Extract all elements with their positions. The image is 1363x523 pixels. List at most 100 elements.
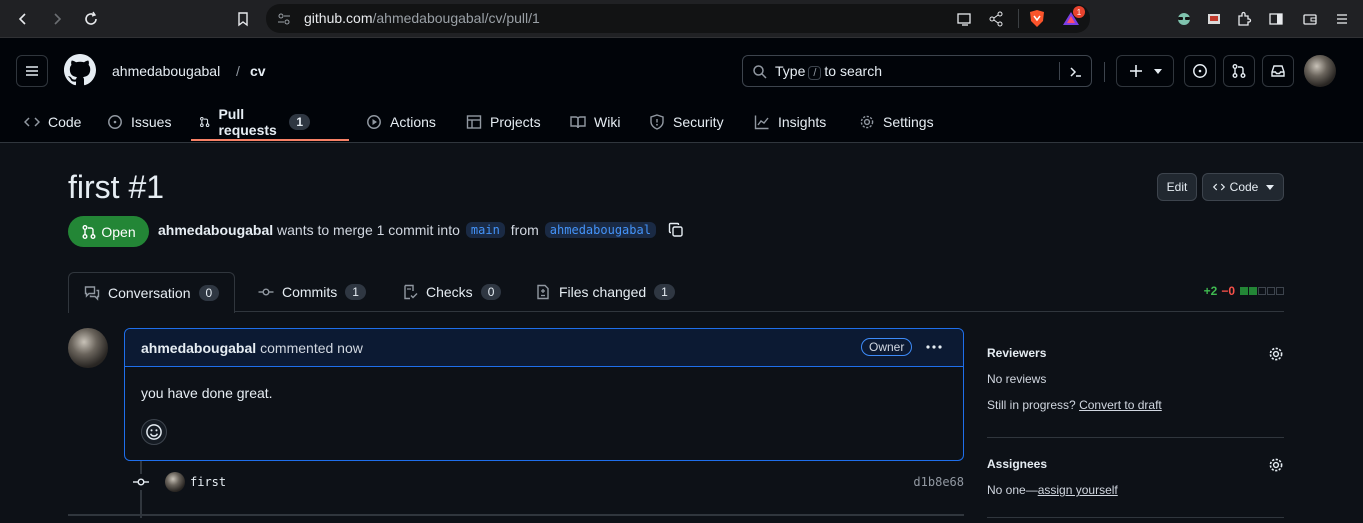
from-text: from	[510, 222, 539, 238]
base-branch[interactable]: main	[465, 222, 505, 238]
command-palette-icon[interactable]	[1068, 64, 1084, 80]
comment-author-link[interactable]: ahmedabougabal	[141, 340, 256, 356]
rewards-badge: 1	[1073, 6, 1085, 18]
forward-icon[interactable]	[46, 8, 68, 30]
sidebar-toggle-icon[interactable]	[1266, 9, 1286, 29]
hamburger-icon	[26, 66, 38, 76]
draft-prompt: Still in progress? Convert to draft	[987, 398, 1162, 412]
tab-insights[interactable]: Insights	[754, 101, 826, 143]
head-branch[interactable]: ahmedabougabal	[544, 222, 656, 238]
ext-screenshot-icon[interactable]	[1204, 9, 1224, 29]
convert-to-draft-link[interactable]: Convert to draft	[1079, 398, 1162, 412]
brave-shield-icon[interactable]	[1028, 9, 1046, 28]
tab-counter: 1	[345, 284, 366, 300]
tab-settings[interactable]: Settings	[859, 101, 934, 143]
commit-sha-link[interactable]: d1b8e68	[913, 475, 964, 489]
url-text[interactable]: github.com/ahmedabougabal/cv/pull/1	[304, 10, 540, 26]
commit-message-link[interactable]: first	[190, 475, 226, 489]
github-logo-icon[interactable]	[64, 54, 96, 86]
code-icon	[24, 117, 40, 127]
file-diff-icon	[537, 284, 549, 300]
code-button[interactable]: Code	[1202, 173, 1284, 201]
issue-opened-icon	[1193, 64, 1207, 78]
tab-commits[interactable]: Commits 1	[258, 272, 366, 312]
tab-files-changed[interactable]: Files changed 1	[535, 272, 675, 312]
assign-yourself-link[interactable]: assign yourself	[1038, 483, 1118, 497]
plus-icon	[1130, 65, 1142, 77]
tab-counter: 1	[654, 284, 675, 300]
diffstat-block	[1258, 287, 1266, 295]
diffstat-block	[1276, 287, 1284, 295]
back-icon[interactable]	[12, 8, 34, 30]
tab-issues[interactable]: Issues	[107, 101, 171, 143]
bookmark-icon[interactable]	[232, 8, 254, 30]
code-button-label: Code	[1229, 180, 1259, 194]
extensions-icon[interactable]	[1234, 9, 1254, 29]
diffstat: +2 −0	[1204, 284, 1284, 298]
pull-request-icon	[200, 116, 210, 128]
diffstat-block	[1249, 287, 1257, 295]
search-input[interactable]: Type / to search	[742, 55, 1092, 87]
url-path: /ahmedabougabal/cv/pull/1	[372, 10, 540, 26]
inbox-button[interactable]	[1262, 55, 1294, 87]
pull-requests-button[interactable]	[1223, 55, 1255, 87]
ext-sunglasses-icon[interactable]	[1174, 9, 1194, 29]
user-avatar[interactable]	[1304, 55, 1336, 87]
create-new-button[interactable]	[1116, 55, 1174, 87]
tab-pull-requests[interactable]: Pull requests 1	[199, 101, 311, 143]
reviewers-section: Reviewers No reviews Still in progress? …	[987, 343, 1284, 438]
issues-button[interactable]	[1184, 55, 1216, 87]
tab-label: Settings	[883, 114, 934, 130]
gear-icon[interactable]	[1268, 346, 1284, 362]
comment-header: ahmedabougabal commented now	[125, 329, 963, 367]
tab-counter: 0	[198, 285, 220, 301]
wallet-icon[interactable]	[1300, 9, 1320, 29]
tab-code[interactable]: Code	[24, 101, 81, 143]
book-icon	[570, 116, 586, 129]
shield-icon	[650, 114, 664, 130]
tab-wiki[interactable]: Wiki	[570, 101, 620, 143]
hamburger-menu-button[interactable]	[16, 55, 48, 87]
diff-deletions: −0	[1221, 284, 1235, 298]
comment-action[interactable]: commented now	[260, 340, 363, 356]
git-commit-icon	[258, 288, 274, 296]
address-bar[interactable]: github.com/ahmedabougabal/cv/pull/1 1	[266, 4, 1090, 33]
checklist-icon	[404, 284, 418, 300]
browser-toolbar: github.com/ahmedabougabal/cv/pull/1 1	[0, 0, 1363, 38]
reload-icon[interactable]	[80, 8, 102, 30]
repo-owner-link[interactable]: ahmedabougabal	[112, 63, 220, 79]
tab-label: Wiki	[594, 114, 621, 130]
active-tab-underline	[191, 139, 349, 141]
search-icon	[753, 65, 767, 79]
install-app-icon[interactable]	[956, 11, 974, 27]
add-reaction-button[interactable]	[141, 419, 167, 445]
pr-author-link[interactable]: ahmedabougabal	[158, 222, 273, 238]
share-icon[interactable]	[988, 11, 1004, 27]
commit-author-avatar[interactable]	[165, 472, 185, 492]
menu-icon[interactable]	[1332, 9, 1352, 29]
tab-projects[interactable]: Projects	[466, 101, 541, 143]
comment-avatar[interactable]	[68, 328, 108, 368]
tab-actions[interactable]: Actions	[366, 101, 436, 143]
github-header: ahmedabougabal / cv Type / to search Code …	[0, 38, 1363, 143]
tab-label: Actions	[390, 114, 436, 130]
status-label: Open	[101, 223, 136, 240]
pr-tabs: Conversation 0 Commits 1 Checks 0 Files …	[68, 272, 1284, 313]
brave-rewards-icon[interactable]: 1	[1062, 6, 1085, 28]
repo-name-link[interactable]: cv	[250, 63, 266, 79]
tab-counter: 0	[480, 284, 502, 300]
edit-button[interactable]: Edit	[1157, 173, 1197, 201]
gear-icon[interactable]	[1268, 457, 1284, 473]
tab-security[interactable]: Security	[649, 101, 724, 143]
tab-checks[interactable]: Checks 0	[402, 272, 502, 312]
kebab-horizontal-icon[interactable]	[925, 338, 943, 356]
copy-icon[interactable]	[668, 222, 684, 238]
reviewers-heading: Reviewers	[987, 346, 1047, 360]
inbox-icon	[1271, 65, 1285, 77]
assignees-heading: Assignees	[987, 457, 1048, 471]
diffstat-block	[1267, 287, 1275, 295]
url-host: github.com	[304, 10, 373, 26]
tab-conversation[interactable]: Conversation 0	[68, 272, 236, 313]
site-settings-icon[interactable]	[276, 11, 292, 27]
tab-label: Files changed	[559, 284, 647, 300]
